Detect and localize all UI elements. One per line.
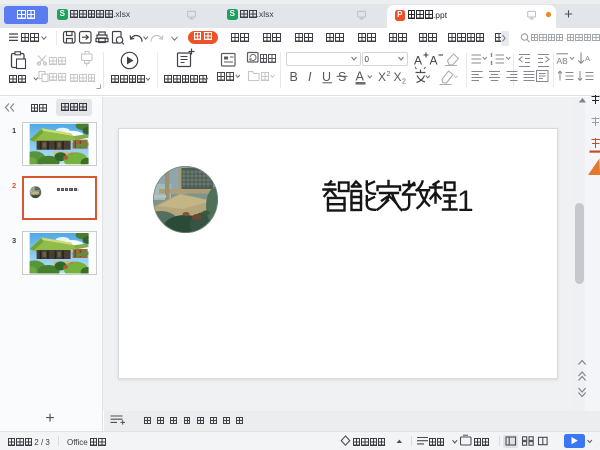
svg-text:2: 2 xyxy=(402,79,406,86)
svg-text:X: X xyxy=(394,70,402,84)
svg-text:S: S xyxy=(338,70,346,84)
svg-text:A: A xyxy=(356,70,365,84)
svg-text:B: B xyxy=(290,70,298,84)
svg-text:A: A xyxy=(585,54,590,63)
svg-text:AB: AB xyxy=(557,56,569,66)
svg-text:A: A xyxy=(430,54,438,68)
svg-text:2: 2 xyxy=(387,71,391,78)
svg-text:1: 1 xyxy=(457,185,474,218)
svg-text:A: A xyxy=(414,54,422,68)
svg-text:X: X xyxy=(378,70,386,84)
svg-text:I: I xyxy=(308,70,312,84)
svg-text:U: U xyxy=(322,70,331,84)
